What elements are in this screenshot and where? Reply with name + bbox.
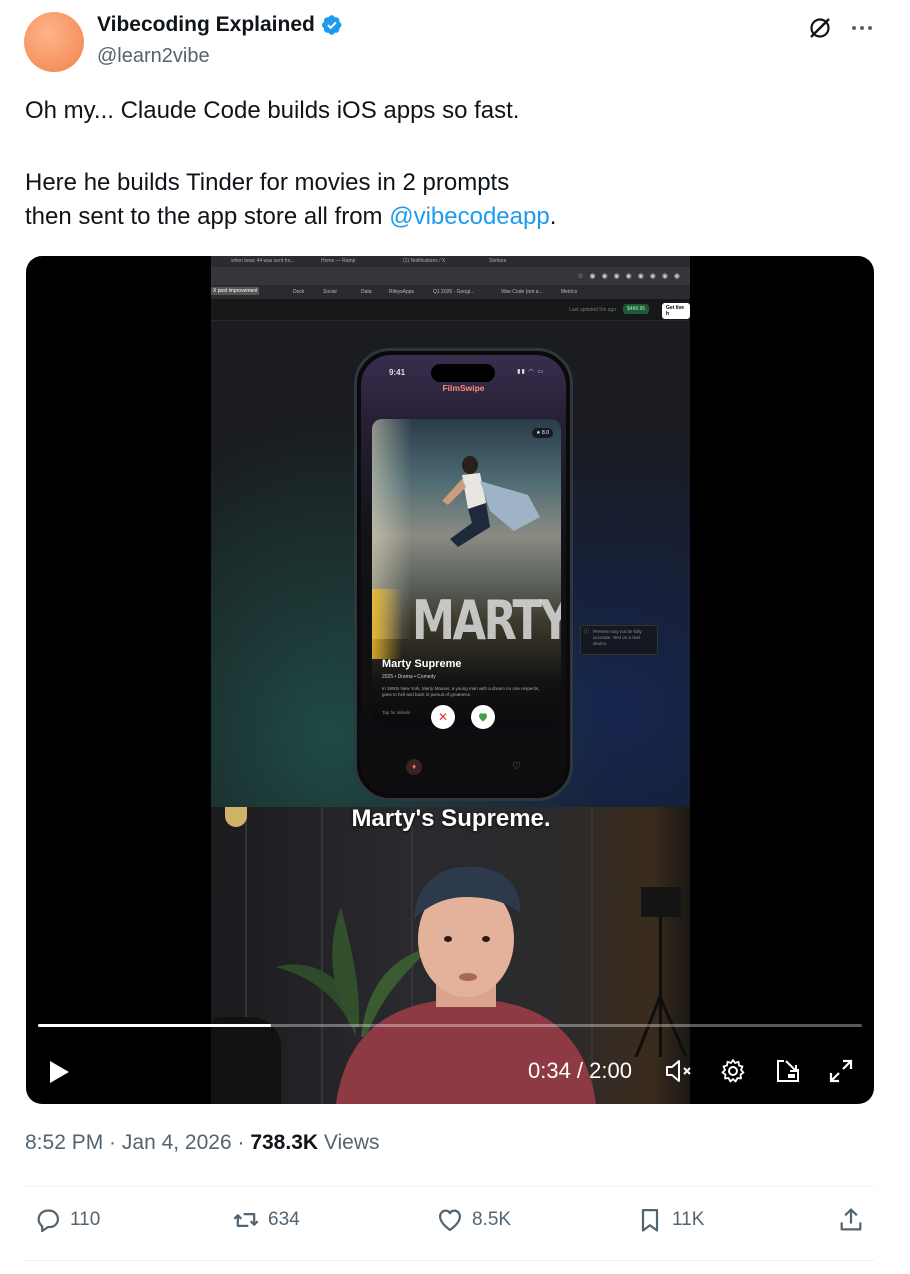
grok-icon[interactable] xyxy=(806,14,834,42)
progress-fill xyxy=(38,1024,272,1027)
movie-meta: 2025 • Drama • Comedy xyxy=(382,674,436,680)
views-count: 738.3K xyxy=(250,1131,319,1154)
mute-icon[interactable] xyxy=(664,1058,694,1084)
flame-tab-icon: ♦ xyxy=(406,759,422,775)
browser-address-bar: ☆ ◉ ◉ ◉ ◉ ◉ ◉ ◉ ◉ xyxy=(211,267,690,285)
tweet-line-3: then sent to the app store all from @vib… xyxy=(25,200,875,234)
handle[interactable]: @learn2vibe xyxy=(97,45,210,68)
repost-count: 634 xyxy=(268,1209,300,1230)
status-icons: ▮▮ ◠ ▭ xyxy=(517,369,544,375)
last-updated: Last updated 5m ago xyxy=(569,307,616,313)
more-icon[interactable] xyxy=(848,14,876,42)
video-subtitle: Marty's Supreme. xyxy=(351,805,551,832)
poster-title-art: MARTY xyxy=(412,589,561,652)
dashboard-bar: Last updated 5m ago $496.95 Get live h xyxy=(211,299,690,321)
action-bar: 110 634 8.5K 11K xyxy=(0,1206,910,1242)
preview-note-text: Preview may not be fully accurate. Test … xyxy=(593,629,642,646)
like-count: 8.5K xyxy=(472,1209,512,1230)
divider xyxy=(25,1186,875,1187)
reply-count: 110 xyxy=(70,1209,101,1230)
app-title: FilmSwipe xyxy=(442,383,485,393)
bookmark: RileysApps xyxy=(389,289,415,295)
browser-tab: (1) Notifications / X xyxy=(403,258,446,264)
fullscreen-icon[interactable] xyxy=(828,1058,854,1084)
time-display: 0:34 / 2:00 xyxy=(528,1058,632,1083)
like-button[interactable]: 8.5K xyxy=(436,1206,511,1234)
verified-badge-icon xyxy=(321,15,342,35)
browser-tab-strip: when beac 44 was sent fro... Home — Ramp… xyxy=(211,256,690,267)
heart-icon xyxy=(438,1209,462,1232)
poster-runner-figure xyxy=(442,456,540,547)
movie-description: In 1950s New York, Marty Mauser, a young… xyxy=(382,686,540,697)
play-icon[interactable] xyxy=(48,1060,70,1084)
browser-tab: when beac 44 was sent fro... xyxy=(231,258,295,264)
bookmark: Dock xyxy=(293,289,305,295)
dynamic-island xyxy=(431,364,495,382)
display-name[interactable]: Vibecoding Explained xyxy=(97,13,315,37)
bag xyxy=(211,1017,281,1104)
bookmark: Social xyxy=(323,289,337,295)
bookmark-count: 11K xyxy=(672,1209,705,1230)
meta-separator: · xyxy=(231,1131,251,1154)
tweet-line-2: Here he builds Tinder for movies in 2 pr… xyxy=(25,169,510,196)
tweet-text: Oh my... Claude Code builds iOS apps so … xyxy=(25,94,875,234)
author-name-row: Vibecoding Explained xyxy=(97,13,343,37)
tweet-line-3-prefix: then sent to the app store all from xyxy=(25,203,390,230)
reply-icon xyxy=(37,1209,60,1233)
phone-screen: 9:41 ▮▮ ◠ ▭ FilmSwipe MARTY ★ 8.0 Marty … xyxy=(361,355,566,794)
rating-value: 8.0 xyxy=(542,430,549,436)
browser-tab: Stefana xyxy=(489,258,507,264)
repost-button[interactable]: 634 xyxy=(232,1206,300,1234)
heart-tab-icon: ♡ xyxy=(512,761,521,772)
get-live-button: Get live h xyxy=(662,303,690,319)
avatar[interactable] xyxy=(24,12,84,72)
bookmark: Q1 2026 - Googl... xyxy=(433,289,475,295)
picture-in-picture-icon[interactable] xyxy=(774,1057,802,1085)
tweet-meta: 8:52 PM · Jan 4, 2026 · 738.3K Views xyxy=(25,1131,380,1155)
views-label: Views xyxy=(318,1131,380,1154)
reply-button[interactable]: 110 xyxy=(34,1206,100,1234)
bookmark: Metrics xyxy=(561,289,578,295)
bookmark-button[interactable]: 11K xyxy=(636,1206,704,1234)
movie-card: MARTY ★ 8.0 Marty Supreme 2025 • Drama •… xyxy=(372,419,561,726)
tweet-date[interactable]: Jan 4, 2026 xyxy=(122,1131,232,1154)
bookmark-icon xyxy=(641,1208,659,1232)
preview-note: ⓘ Preview may not be fully accurate. Tes… xyxy=(580,625,658,655)
tweet-time[interactable]: 8:52 PM xyxy=(25,1131,103,1154)
repost-icon xyxy=(233,1213,259,1227)
tweet-line-3-suffix: . xyxy=(549,203,557,230)
browser-tab: Home — Ramp xyxy=(321,258,356,264)
price-badge: $496.95 xyxy=(623,304,650,314)
poster-yellow-streak xyxy=(372,589,402,659)
camera-rig xyxy=(634,887,688,1057)
video-frame: when beac 44 was sent fro... Home — Ramp… xyxy=(211,256,690,1104)
bookmark: Vibe Code (not a... xyxy=(501,289,543,295)
phone-mockup: 9:41 ▮▮ ◠ ▭ FilmSwipe MARTY ★ 8.0 Marty … xyxy=(354,348,573,801)
video-player[interactable]: when beac 44 was sent fro... Home — Ramp… xyxy=(26,256,874,1104)
meta-separator: · xyxy=(103,1131,122,1154)
bookmark: X post improvement xyxy=(211,287,260,295)
tweet-line-1: Oh my... Claude Code builds iOS apps so … xyxy=(25,97,520,124)
settings-icon[interactable] xyxy=(720,1058,746,1084)
mention-link[interactable]: @vibecodeapp xyxy=(389,203,549,230)
divider xyxy=(25,1260,875,1261)
tap-hint: Tap for details xyxy=(382,710,411,715)
movie-title: Marty Supreme xyxy=(382,658,462,670)
dislike-x-icon: ✕ xyxy=(431,705,455,729)
bookmark: Data xyxy=(361,289,372,295)
bookmarks-bar: X post improvement Dock Social Data Rile… xyxy=(211,285,690,299)
progress-bar[interactable] xyxy=(38,1024,862,1027)
extension-icons: ☆ ◉ ◉ ◉ ◉ ◉ ◉ ◉ ◉ xyxy=(577,273,682,280)
rating-badge: ★ 8.0 xyxy=(532,428,553,438)
share-button[interactable] xyxy=(837,1206,865,1234)
info-icon: ⓘ xyxy=(584,629,590,635)
share-icon xyxy=(840,1208,862,1231)
like-heart-icon xyxy=(471,705,495,729)
status-time: 9:41 xyxy=(389,368,406,377)
